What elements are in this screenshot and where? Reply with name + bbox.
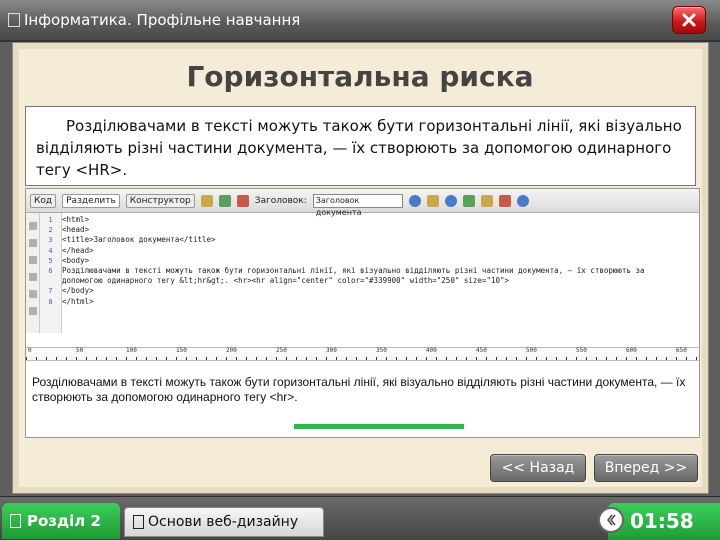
view-options-icon[interactable] — [462, 194, 475, 207]
app-title-text: Інформатика. Профільне навчання — [24, 11, 301, 29]
title-bar: Інформатика. Профільне навчання — [0, 0, 720, 42]
course-label: Основи веб-дизайну — [148, 514, 299, 530]
tool-icon[interactable] — [29, 222, 37, 230]
close-icon — [682, 13, 696, 27]
code-line: </html> — [62, 296, 94, 306]
line-number — [40, 276, 61, 286]
code-line: <title>Заголовок документа</title> — [62, 235, 216, 245]
tool-icon[interactable] — [29, 290, 37, 298]
browser-check-icon[interactable] — [516, 194, 529, 207]
horizontal-rule-preview — [294, 424, 464, 429]
back-button[interactable]: << Назад — [490, 454, 586, 482]
description-text: Розділювачами в тексті можуть також бути… — [36, 117, 682, 179]
line-number: 6 — [48, 266, 53, 275]
ruler-label: 250 — [276, 347, 287, 354]
course-tab[interactable]: Основи веб-дизайну — [124, 507, 324, 537]
line-number: 3 — [48, 236, 53, 245]
editor-toolbar: Код Разделить Конструктор Заголовок: Заг… — [26, 189, 699, 217]
line-number: 4 — [48, 246, 53, 255]
ruler-label: 600 — [626, 347, 637, 354]
timer-value: 01:58 — [630, 509, 694, 533]
ruler-label: 650 — [676, 347, 687, 354]
code-line: <html> — [62, 215, 90, 224]
ruler-label: 550 — [576, 347, 587, 354]
line-number: 2 — [48, 226, 53, 235]
next-button[interactable]: Вперед >> — [594, 454, 698, 482]
ruler-labels: 0 50 100 150 200 250 300 350 400 450 500… — [26, 347, 699, 356]
missing-glyph-icon — [133, 515, 144, 529]
visual-aids-icon[interactable] — [480, 194, 493, 207]
code-tools-rail — [26, 213, 40, 333]
refresh-design-icon[interactable] — [444, 194, 457, 207]
preview-icon[interactable] — [426, 194, 439, 207]
ruler-label: 350 — [376, 347, 387, 354]
missing-glyph-icon — [8, 13, 20, 27]
tool-icon[interactable] — [29, 307, 37, 315]
line-number: 7 — [48, 287, 53, 296]
slide-title: Горизонтальна риска — [186, 60, 534, 93]
document-title-field[interactable]: Заголовок документа — [312, 193, 403, 217]
bottom-bar: Розділ 2 Основи веб-дизайну 01:58 — [0, 496, 720, 540]
tool-icon[interactable] — [29, 273, 37, 281]
timer: 01:58 — [598, 503, 720, 540]
title-field-label: Заголовок: — [254, 195, 307, 206]
ruler-label: 50 — [76, 347, 84, 354]
validate-icon[interactable] — [498, 194, 511, 207]
close-button[interactable] — [672, 6, 706, 34]
design-preview-text: Розділювачами в тексті можуть також бути… — [32, 375, 686, 404]
line-number-gutter: 1 2 3 4 5 6 7 8 — [40, 213, 62, 333]
code-line: <body> — [62, 255, 90, 265]
ruler-label: 200 — [226, 347, 237, 354]
ruler-label: 0 — [28, 347, 32, 354]
chevron-left-icon — [607, 514, 616, 526]
tool-icon[interactable] — [29, 256, 37, 264]
design-view-button[interactable]: Конструктор — [125, 193, 195, 208]
code-line: допомогою одинарного тегу &lt;hr&gt;. <h… — [62, 276, 510, 286]
code-line: Розділювачами в тексті можуть також бути… — [62, 265, 645, 275]
tool-icon[interactable] — [29, 239, 37, 247]
code-line: <head> — [62, 225, 90, 235]
code-view-button[interactable]: Код — [30, 193, 57, 208]
file-icon[interactable] — [200, 194, 213, 207]
ruler-label: 150 — [176, 347, 187, 354]
refresh-icon[interactable] — [236, 194, 249, 207]
split-view-button[interactable]: Разделить — [62, 193, 120, 208]
ruler-label: 100 — [126, 347, 137, 354]
line-number: 5 — [48, 256, 53, 265]
editor-screenshot: Код Разделить Конструктор Заголовок: Заг… — [25, 188, 700, 438]
check-icon[interactable] — [218, 194, 231, 207]
section-label: Розділ 2 — [27, 512, 101, 530]
timer-back-icon[interactable] — [598, 507, 624, 533]
code-line: </head> — [62, 245, 94, 255]
missing-glyph-icon — [10, 514, 21, 528]
line-number: 1 — [48, 216, 53, 224]
line-number: 8 — [48, 297, 53, 306]
ruler-label: 500 — [526, 347, 537, 354]
ruler-label: 400 — [426, 347, 437, 354]
code-line: </body> — [62, 286, 94, 296]
ruler-label: 300 — [326, 347, 337, 354]
globe-icon[interactable] — [408, 194, 421, 207]
app-title: Інформатика. Профільне навчання — [8, 11, 300, 29]
section-tab[interactable]: Розділ 2 — [2, 503, 120, 539]
description-box: Розділювачами в тексті можуть також бути… — [25, 106, 696, 186]
code-area[interactable]: <html> <head> <title>Заголовок документа… — [62, 215, 698, 307]
ruler-label: 450 — [476, 347, 487, 354]
